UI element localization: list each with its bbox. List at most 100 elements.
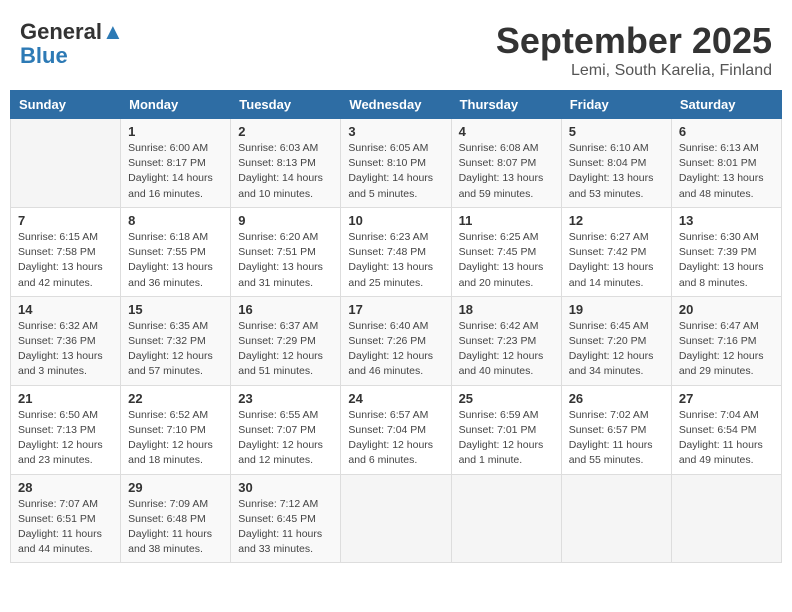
calendar-day-cell: 6 Sunrise: 6:13 AMSunset: 8:01 PMDaylight… <box>671 119 781 208</box>
day-info: Sunrise: 6:40 AMSunset: 7:26 PMDaylight:… <box>348 319 443 380</box>
day-info: Sunrise: 6:30 AMSunset: 7:39 PMDaylight:… <box>679 230 774 291</box>
day-info: Sunrise: 7:04 AMSunset: 6:54 PMDaylight:… <box>679 408 774 469</box>
day-number: 6 <box>679 124 774 139</box>
day-info: Sunrise: 6:52 AMSunset: 7:10 PMDaylight:… <box>128 408 223 469</box>
logo-blue: Blue <box>20 43 68 68</box>
day-info: Sunrise: 6:03 AMSunset: 8:13 PMDaylight:… <box>238 141 333 202</box>
calendar-day-cell: 7 Sunrise: 6:15 AMSunset: 7:58 PMDaylight… <box>11 207 121 296</box>
day-number: 22 <box>128 391 223 406</box>
day-info: Sunrise: 6:00 AMSunset: 8:17 PMDaylight:… <box>128 141 223 202</box>
logo-icon: ▲ <box>102 19 124 44</box>
calendar-day-cell: 25 Sunrise: 6:59 AMSunset: 7:01 PMDayligh… <box>451 385 561 474</box>
calendar-day-cell: 24 Sunrise: 6:57 AMSunset: 7:04 PMDayligh… <box>341 385 451 474</box>
calendar-week-row: 14Sunrise: 6:32 AMSunset: 7:36 PMDayligh… <box>11 296 782 385</box>
day-number: 28 <box>18 480 113 495</box>
day-number: 19 <box>569 302 664 317</box>
calendar-day-cell: 17 Sunrise: 6:40 AMSunset: 7:26 PMDayligh… <box>341 296 451 385</box>
day-info: Sunrise: 7:07 AMSunset: 6:51 PMDaylight:… <box>18 497 113 558</box>
day-info: Sunrise: 6:55 AMSunset: 7:07 PMDaylight:… <box>238 408 333 469</box>
calendar-day-cell: 26 Sunrise: 7:02 AMSunset: 6:57 PMDayligh… <box>561 385 671 474</box>
calendar-header-cell: Thursday <box>451 91 561 119</box>
day-number: 29 <box>128 480 223 495</box>
day-number: 4 <box>459 124 554 139</box>
calendar-week-row: 21 Sunrise: 6:50 AMSunset: 7:13 PMDayligh… <box>11 385 782 474</box>
calendar-day-cell: 23Sunrise: 6:55 AMSunset: 7:07 PMDayligh… <box>231 385 341 474</box>
calendar-header-cell: Friday <box>561 91 671 119</box>
calendar-day-cell: 1 Sunrise: 6:00 AMSunset: 8:17 PMDaylight… <box>121 119 231 208</box>
calendar-week-row: 1 Sunrise: 6:00 AMSunset: 8:17 PMDaylight… <box>11 119 782 208</box>
day-info: Sunrise: 6:45 AMSunset: 7:20 PMDaylight:… <box>569 319 664 380</box>
calendar-week-row: 28 Sunrise: 7:07 AMSunset: 6:51 PMDayligh… <box>11 474 782 563</box>
calendar-day-cell: 3 Sunrise: 6:05 AMSunset: 8:10 PMDaylight… <box>341 119 451 208</box>
day-number: 1 <box>128 124 223 139</box>
day-info: Sunrise: 7:02 AMSunset: 6:57 PMDaylight:… <box>569 408 664 469</box>
day-info: Sunrise: 6:37 AMSunset: 7:29 PMDaylight:… <box>238 319 333 380</box>
day-number: 20 <box>679 302 774 317</box>
day-info: Sunrise: 6:27 AMSunset: 7:42 PMDaylight:… <box>569 230 664 291</box>
day-number: 24 <box>348 391 443 406</box>
day-info: Sunrise: 6:25 AMSunset: 7:45 PMDaylight:… <box>459 230 554 291</box>
day-number: 12 <box>569 213 664 228</box>
day-number: 11 <box>459 213 554 228</box>
day-info: Sunrise: 6:47 AMSunset: 7:16 PMDaylight:… <box>679 319 774 380</box>
day-info: Sunrise: 6:05 AMSunset: 8:10 PMDaylight:… <box>348 141 443 202</box>
page-header: General▲ Blue September 2025 Lemi, South… <box>10 10 782 85</box>
day-number: 7 <box>18 213 113 228</box>
month-title: September 2025 <box>496 20 772 62</box>
calendar-day-cell <box>671 474 781 563</box>
logo-general: General <box>20 19 102 44</box>
day-number: 25 <box>459 391 554 406</box>
calendar-header-cell: Saturday <box>671 91 781 119</box>
calendar-day-cell: 10 Sunrise: 6:23 AMSunset: 7:48 PMDayligh… <box>341 207 451 296</box>
day-number: 27 <box>679 391 774 406</box>
calendar-header-cell: Wednesday <box>341 91 451 119</box>
day-info: Sunrise: 6:15 AMSunset: 7:58 PMDaylight:… <box>18 230 113 291</box>
day-info: Sunrise: 6:42 AMSunset: 7:23 PMDaylight:… <box>459 319 554 380</box>
day-number: 5 <box>569 124 664 139</box>
calendar-day-cell: 4 Sunrise: 6:08 AMSunset: 8:07 PMDaylight… <box>451 119 561 208</box>
day-number: 3 <box>348 124 443 139</box>
day-info: Sunrise: 6:59 AMSunset: 7:01 PMDaylight:… <box>459 408 554 469</box>
calendar-day-cell: 9 Sunrise: 6:20 AMSunset: 7:51 PMDaylight… <box>231 207 341 296</box>
day-info: Sunrise: 7:12 AMSunset: 6:45 PMDaylight:… <box>238 497 333 558</box>
day-number: 14 <box>18 302 113 317</box>
calendar-body: 1 Sunrise: 6:00 AMSunset: 8:17 PMDaylight… <box>11 119 782 563</box>
calendar-day-cell: 12 Sunrise: 6:27 AMSunset: 7:42 PMDayligh… <box>561 207 671 296</box>
calendar-header-cell: Tuesday <box>231 91 341 119</box>
day-info: Sunrise: 6:13 AMSunset: 8:01 PMDaylight:… <box>679 141 774 202</box>
day-info: Sunrise: 6:18 AMSunset: 7:55 PMDaylight:… <box>128 230 223 291</box>
day-info: Sunrise: 6:23 AMSunset: 7:48 PMDaylight:… <box>348 230 443 291</box>
calendar-day-cell: 28 Sunrise: 7:07 AMSunset: 6:51 PMDayligh… <box>11 474 121 563</box>
location-title: Lemi, South Karelia, Finland <box>496 62 772 80</box>
calendar-day-cell: 21 Sunrise: 6:50 AMSunset: 7:13 PMDayligh… <box>11 385 121 474</box>
calendar-day-cell: 27 Sunrise: 7:04 AMSunset: 6:54 PMDayligh… <box>671 385 781 474</box>
day-info: Sunrise: 6:35 AMSunset: 7:32 PMDaylight:… <box>128 319 223 380</box>
day-number: 10 <box>348 213 443 228</box>
day-number: 9 <box>238 213 333 228</box>
calendar-day-cell: 13Sunrise: 6:30 AMSunset: 7:39 PMDayligh… <box>671 207 781 296</box>
day-info: Sunrise: 6:50 AMSunset: 7:13 PMDaylight:… <box>18 408 113 469</box>
day-number: 2 <box>238 124 333 139</box>
calendar-day-cell: 19 Sunrise: 6:45 AMSunset: 7:20 PMDayligh… <box>561 296 671 385</box>
day-info: Sunrise: 6:08 AMSunset: 8:07 PMDaylight:… <box>459 141 554 202</box>
day-info: Sunrise: 7:09 AMSunset: 6:48 PMDaylight:… <box>128 497 223 558</box>
day-number: 15 <box>128 302 223 317</box>
day-number: 30 <box>238 480 333 495</box>
calendar-header-cell: Sunday <box>11 91 121 119</box>
calendar-day-cell <box>11 119 121 208</box>
day-info: Sunrise: 6:57 AMSunset: 7:04 PMDaylight:… <box>348 408 443 469</box>
day-number: 16 <box>238 302 333 317</box>
calendar-day-cell: 15 Sunrise: 6:35 AMSunset: 7:32 PMDayligh… <box>121 296 231 385</box>
calendar-day-cell: 11 Sunrise: 6:25 AMSunset: 7:45 PMDayligh… <box>451 207 561 296</box>
calendar-day-cell: 29 Sunrise: 7:09 AMSunset: 6:48 PMDayligh… <box>121 474 231 563</box>
calendar-week-row: 7 Sunrise: 6:15 AMSunset: 7:58 PMDaylight… <box>11 207 782 296</box>
logo: General▲ Blue <box>20 20 124 68</box>
calendar-day-cell <box>561 474 671 563</box>
calendar-day-cell: 20 Sunrise: 6:47 AMSunset: 7:16 PMDayligh… <box>671 296 781 385</box>
day-number: 18 <box>459 302 554 317</box>
day-number: 21 <box>18 391 113 406</box>
day-number: 26 <box>569 391 664 406</box>
calendar-day-cell: 22 Sunrise: 6:52 AMSunset: 7:10 PMDayligh… <box>121 385 231 474</box>
day-number: 17 <box>348 302 443 317</box>
day-info: Sunrise: 6:20 AMSunset: 7:51 PMDaylight:… <box>238 230 333 291</box>
